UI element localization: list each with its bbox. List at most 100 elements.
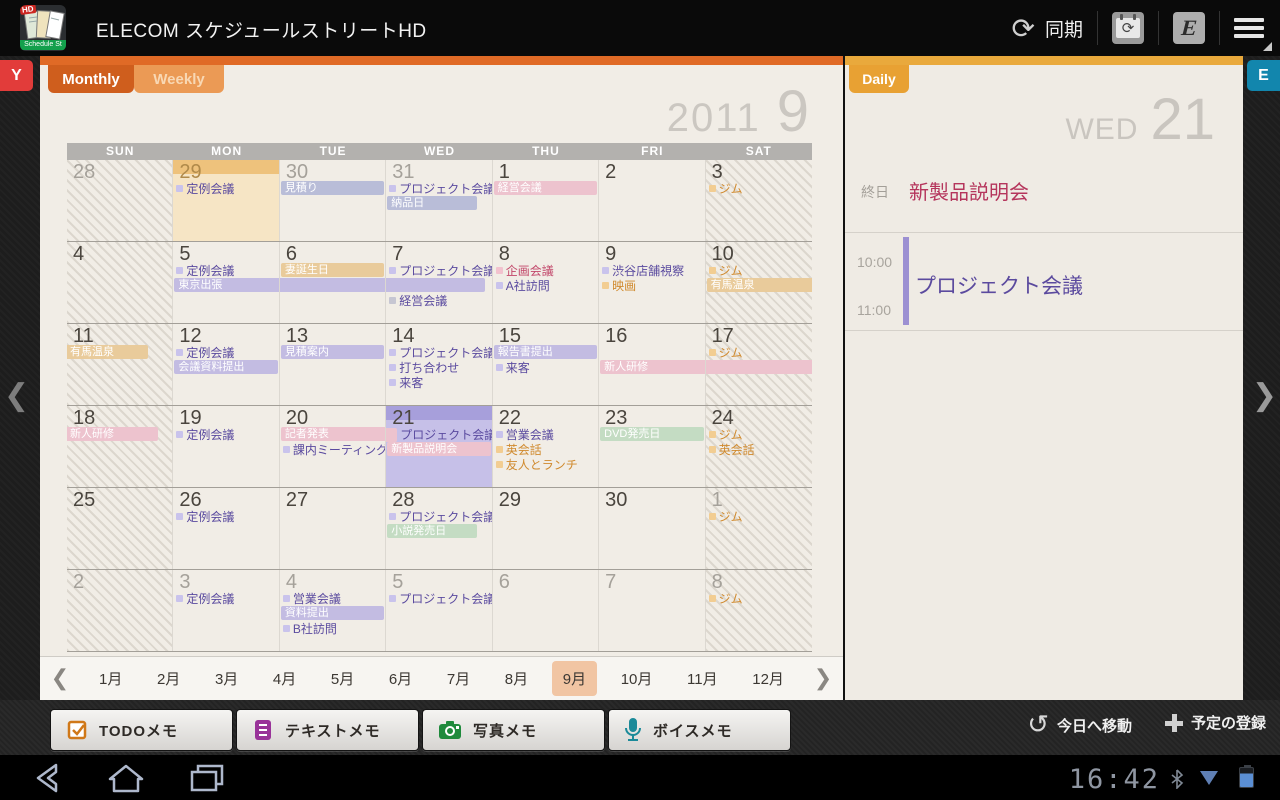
day-cell-28[interactable]: 28プロジェクト会議小説発売日	[386, 488, 492, 569]
day-cell-25[interactable]: 25	[67, 488, 173, 569]
month-item-12[interactable]: 12月	[741, 661, 795, 696]
event[interactable]: 友人とランチ	[493, 457, 598, 472]
day-cell-20[interactable]: 20記者発表課内ミーティング	[280, 406, 386, 487]
day-cell-30[interactable]: 30	[599, 488, 705, 569]
day-cell-13[interactable]: 13見積案内	[280, 324, 386, 405]
calendar-sync-icon[interactable]: ⟳	[1112, 12, 1144, 44]
event[interactable]: A社訪問	[493, 278, 598, 293]
month-item-11[interactable]: 11月	[676, 661, 729, 696]
day-cell-31[interactable]: 31プロジェクト会議納品日	[386, 160, 492, 241]
tab-y[interactable]: Y	[0, 60, 33, 91]
event[interactable]: 打ち合わせ	[386, 360, 491, 375]
day-cell-29[interactable]: 29	[493, 488, 599, 569]
event[interactable]: 来客	[386, 375, 491, 390]
event[interactable]: B社訪問	[280, 621, 385, 636]
day-cell-2[interactable]: 2	[67, 570, 173, 651]
event[interactable]: 会議資料提出	[174, 360, 277, 374]
next-month-arrow[interactable]: ❯	[803, 666, 843, 691]
tab-e[interactable]: E	[1247, 60, 1280, 91]
add-schedule-button[interactable]: 予定の登録	[1165, 712, 1266, 733]
photo-memo-button[interactable]: 写真メモ	[422, 709, 605, 751]
day-cell-27[interactable]: 27	[280, 488, 386, 569]
day-cell-12[interactable]: 12定例会議会議資料提出	[173, 324, 279, 405]
voice-memo-button[interactable]: ボイスメモ	[608, 709, 791, 751]
event[interactable]: 資料提出	[281, 606, 384, 620]
timed-event-block[interactable]: 10:00 11:00 プロジェクト会議	[845, 232, 1243, 330]
month-item-8[interactable]: 8月	[494, 661, 539, 696]
event[interactable]: 新人研修	[600, 360, 705, 374]
day-cell-14[interactable]: 14プロジェクト会議打ち合わせ来客	[386, 324, 492, 405]
day-cell-3[interactable]: 3ジム	[706, 160, 812, 241]
month-item-1[interactable]: 1月	[88, 661, 133, 696]
day-cell-1[interactable]: 1ジム	[706, 488, 812, 569]
day-cell-21[interactable]: 21プロジェクト会議新製品説明会	[386, 406, 492, 487]
allday-row[interactable]: 終日 新製品説明会	[845, 174, 1243, 232]
day-cell-24[interactable]: 24ジム英会話	[706, 406, 812, 487]
day-cell-11[interactable]: 11有馬温泉	[67, 324, 173, 405]
day-cell-28[interactable]: 28	[67, 160, 173, 241]
month-item-5[interactable]: 5月	[320, 661, 365, 696]
back-button[interactable]	[22, 760, 74, 796]
elecom-logo-icon[interactable]: E	[1173, 12, 1205, 44]
day-cell-5[interactable]: 5プロジェクト会議	[386, 570, 492, 651]
day-cell-7[interactable]: 7	[599, 570, 705, 651]
event[interactable]: 有馬温泉	[707, 278, 812, 292]
go-to-today-button[interactable]: ↺ 今日へ移動	[1027, 712, 1132, 738]
day-cell-23[interactable]: 23DVD発売日	[599, 406, 705, 487]
event[interactable]: 小説発売日	[387, 524, 477, 538]
month-item-9[interactable]: 9月	[552, 661, 597, 696]
menu-icon[interactable]	[1234, 11, 1268, 45]
day-cell-5[interactable]: 5定例会議東京出張	[173, 242, 279, 323]
day-cell-7[interactable]: 7プロジェクト会議経営会議	[386, 242, 492, 323]
month-item-7[interactable]: 7月	[436, 661, 481, 696]
prev-month-arrow[interactable]: ❮	[40, 666, 80, 691]
event[interactable]	[280, 278, 386, 292]
event[interactable]: 来客	[493, 360, 598, 375]
day-cell-16[interactable]: 16新人研修	[599, 324, 705, 405]
todo-memo-button[interactable]: TODOメモ	[50, 709, 233, 751]
event[interactable]: 経営会議	[386, 293, 491, 308]
month-item-10[interactable]: 10月	[610, 661, 664, 696]
day-cell-3[interactable]: 3定例会議	[173, 570, 279, 651]
timed-event-title[interactable]: プロジェクト会議	[915, 270, 1083, 300]
sync-icon[interactable]: ⟳	[1012, 12, 1035, 45]
tab-daily[interactable]: Daily	[849, 65, 909, 93]
event[interactable]	[386, 278, 485, 292]
month-item-4[interactable]: 4月	[262, 661, 307, 696]
home-button[interactable]	[100, 760, 152, 796]
sync-button[interactable]: 同期	[1045, 15, 1083, 42]
day-cell-30[interactable]: 30見積り	[280, 160, 386, 241]
event[interactable]: 東京出張	[174, 278, 279, 292]
prev-page-arrow[interactable]: ❮	[4, 378, 29, 413]
next-page-arrow[interactable]: ❯	[1252, 378, 1277, 413]
event[interactable]: 納品日	[387, 196, 477, 210]
day-cell-4[interactable]: 4営業会議資料提出B社訪問	[280, 570, 386, 651]
month-item-3[interactable]: 3月	[204, 661, 249, 696]
event[interactable]: 課内ミーティング	[280, 442, 385, 457]
day-cell-9[interactable]: 9渋谷店舗視察映画	[599, 242, 705, 323]
event[interactable]: 英会話	[706, 442, 812, 457]
tab-weekly[interactable]: Weekly	[134, 65, 224, 93]
event[interactable]: 映画	[599, 278, 704, 293]
month-item-2[interactable]: 2月	[146, 661, 191, 696]
day-cell-8[interactable]: 8企画会議A社訪問	[493, 242, 599, 323]
day-cell-22[interactable]: 22営業会議英会話友人とランチ	[493, 406, 599, 487]
day-cell-19[interactable]: 19定例会議	[173, 406, 279, 487]
day-cell-6[interactable]: 6妻誕生日	[280, 242, 386, 323]
day-cell-8[interactable]: 8ジム	[706, 570, 812, 651]
event[interactable]: 新製品説明会	[387, 442, 490, 456]
tab-monthly[interactable]: Monthly	[48, 65, 134, 93]
day-cell-6[interactable]: 6	[493, 570, 599, 651]
allday-event[interactable]: 新製品説明会	[909, 176, 1029, 205]
day-cell-1[interactable]: 1経営会議	[493, 160, 599, 241]
event[interactable]	[706, 360, 812, 374]
month-item-6[interactable]: 6月	[378, 661, 423, 696]
day-cell-2[interactable]: 2	[599, 160, 705, 241]
day-cell-26[interactable]: 26定例会議	[173, 488, 279, 569]
recent-apps-button[interactable]	[180, 760, 232, 796]
day-cell-4[interactable]: 4	[67, 242, 173, 323]
day-cell-10[interactable]: 10ジム有馬温泉	[706, 242, 812, 323]
day-cell-29[interactable]: 29定例会議	[173, 160, 279, 241]
day-cell-15[interactable]: 15報告書提出来客	[493, 324, 599, 405]
day-cell-18[interactable]: 18新人研修	[67, 406, 173, 487]
